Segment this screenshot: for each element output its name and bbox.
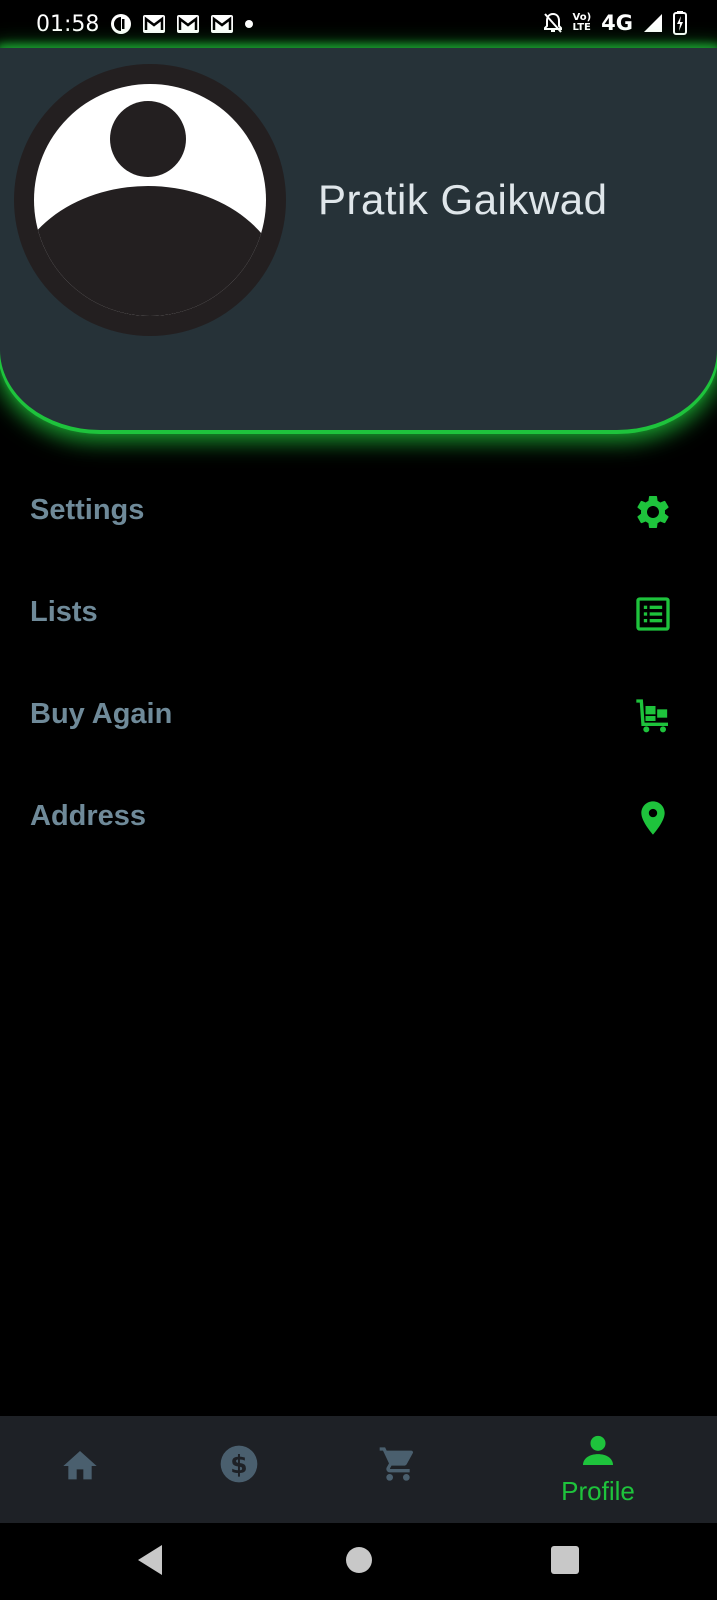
volte-icon: Vo) LTE	[573, 13, 592, 33]
bottom-navigation: $ Profile	[0, 1416, 717, 1523]
nav-profile[interactable]: Profile	[538, 1416, 658, 1523]
menu-item-settings[interactable]: Settings	[0, 472, 717, 552]
app-notification-icon	[111, 14, 131, 34]
svg-text:$: $	[230, 1450, 247, 1479]
notification-icons	[110, 13, 254, 35]
system-navigation-bar	[0, 1523, 717, 1600]
profile-header: Pratik Gaikwad	[0, 48, 717, 430]
battery-charging-icon	[673, 11, 687, 35]
list-icon	[636, 597, 670, 631]
menu-item-buy-again[interactable]: Buy Again	[0, 676, 717, 756]
recents-icon[interactable]	[550, 1543, 580, 1577]
nav-payments[interactable]: $	[179, 1416, 299, 1523]
avatar-placeholder-icon	[34, 84, 266, 316]
nav-profile-label: Profile	[561, 1476, 635, 1506]
status-bar: 01:58 Vo) LTE 4G	[0, 0, 717, 50]
avatar-body	[34, 186, 266, 316]
more-notifications-dot-icon	[245, 20, 253, 28]
avatar-head	[110, 101, 186, 177]
gmail-icon	[177, 15, 199, 33]
person-icon	[583, 1435, 613, 1465]
dollar-icon: $	[220, 1445, 258, 1483]
back-icon[interactable]	[136, 1543, 166, 1577]
cart-icon	[379, 1447, 414, 1481]
home-button-icon[interactable]	[345, 1543, 373, 1577]
nav-cart[interactable]	[338, 1416, 458, 1523]
home-icon	[63, 1451, 97, 1480]
menu-item-label: Lists	[30, 596, 98, 628]
gmail-icon	[143, 15, 165, 33]
menu-item-label: Settings	[30, 494, 145, 526]
system-status-icons: Vo) LTE 4G	[543, 11, 687, 35]
network-type: 4G	[601, 11, 633, 35]
menu-item-address[interactable]: Address	[0, 778, 717, 858]
menu-item-label: Buy Again	[30, 698, 173, 730]
avatar[interactable]	[14, 64, 286, 336]
location-pin-icon	[641, 801, 665, 835]
cart-reorder-icon	[636, 699, 668, 733]
profile-name: Pratik Gaikwad	[318, 176, 608, 223]
bell-off-icon	[543, 12, 562, 33]
gmail-icon	[211, 15, 233, 33]
signal-icon	[644, 14, 662, 32]
menu-item-lists[interactable]: Lists	[0, 574, 717, 654]
status-time: 01:58	[36, 12, 100, 37]
nav-home[interactable]	[20, 1416, 140, 1523]
menu-item-label: Address	[30, 800, 147, 832]
gear-icon	[637, 496, 669, 528]
volte-bottom-text: LTE	[572, 22, 591, 33]
